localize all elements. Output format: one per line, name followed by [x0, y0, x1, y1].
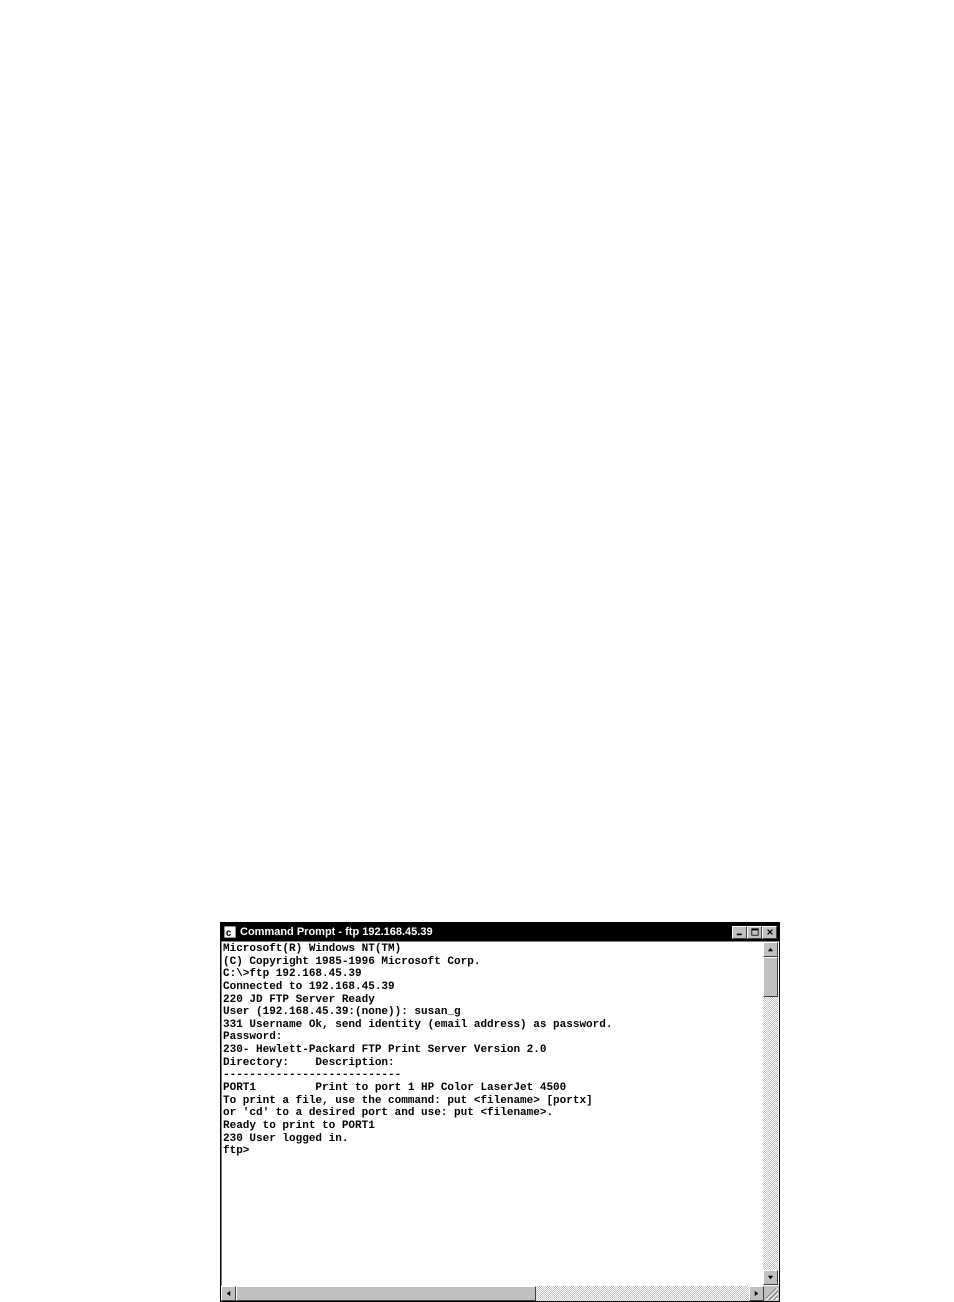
scroll-left-button[interactable]	[221, 1286, 236, 1301]
terminal-line: C:\>ftp 192.168.45.39	[223, 968, 763, 981]
terminal-line: 230 User logged in.	[223, 1133, 763, 1146]
horizontal-scrollbar-row	[221, 1286, 779, 1301]
terminal-line: Microsoft(R) Windows NT(TM)	[223, 943, 763, 956]
terminal-line: Directory: Description:	[223, 1057, 763, 1070]
terminal-line: ---------------------------	[223, 1069, 763, 1082]
terminal-line: ftp>	[223, 1145, 763, 1158]
terminal-line: PORT1 Print to port 1 HP Color LaserJet …	[223, 1082, 763, 1095]
scroll-track-vertical[interactable]	[763, 957, 778, 1270]
terminal-line: 220 JD FTP Server Ready	[223, 994, 763, 1007]
window-title: Command Prompt - ftp 192.168.45.39	[240, 926, 732, 938]
terminal-line: 230- Hewlett-Packard FTP Print Server Ve…	[223, 1044, 763, 1057]
svg-text:c: c	[226, 928, 232, 939]
titlebar[interactable]: c Command Prompt - ftp 192.168.45.39	[221, 923, 779, 941]
scroll-track-horizontal[interactable]	[236, 1286, 749, 1301]
scroll-thumb-vertical[interactable]	[763, 957, 778, 997]
terminal-line: (C) Copyright 1985-1996 Microsoft Corp.	[223, 956, 763, 969]
app-icon: c	[223, 925, 237, 939]
command-prompt-window: c Command Prompt - ftp 192.168.45.39 Mic…	[220, 922, 780, 1302]
scroll-right-button[interactable]	[749, 1286, 764, 1301]
vertical-scrollbar[interactable]	[763, 942, 778, 1285]
content-area: Microsoft(R) Windows NT(TM)(C) Copyright…	[221, 941, 779, 1286]
window-controls	[732, 926, 777, 939]
close-button[interactable]	[762, 926, 777, 939]
terminal-output[interactable]: Microsoft(R) Windows NT(TM)(C) Copyright…	[222, 942, 763, 1285]
horizontal-scrollbar[interactable]	[221, 1286, 764, 1301]
terminal-line: Connected to 192.168.45.39	[223, 981, 763, 994]
scroll-thumb-horizontal[interactable]	[236, 1286, 536, 1301]
terminal-line: or 'cd' to a desired port and use: put <…	[223, 1107, 763, 1120]
terminal-line: To print a file, use the command: put <f…	[223, 1095, 763, 1108]
terminal-line: Ready to print to PORT1	[223, 1120, 763, 1133]
terminal-line: Password:	[223, 1031, 763, 1044]
scroll-down-button[interactable]	[763, 1270, 778, 1285]
terminal-line: User (192.168.45.39:(none)): susan_g	[223, 1006, 763, 1019]
resize-grip[interactable]	[764, 1286, 779, 1301]
scroll-up-button[interactable]	[763, 942, 778, 957]
terminal-line: 331 Username Ok, send identity (email ad…	[223, 1019, 763, 1032]
maximize-button[interactable]	[747, 926, 762, 939]
minimize-button[interactable]	[732, 926, 747, 939]
